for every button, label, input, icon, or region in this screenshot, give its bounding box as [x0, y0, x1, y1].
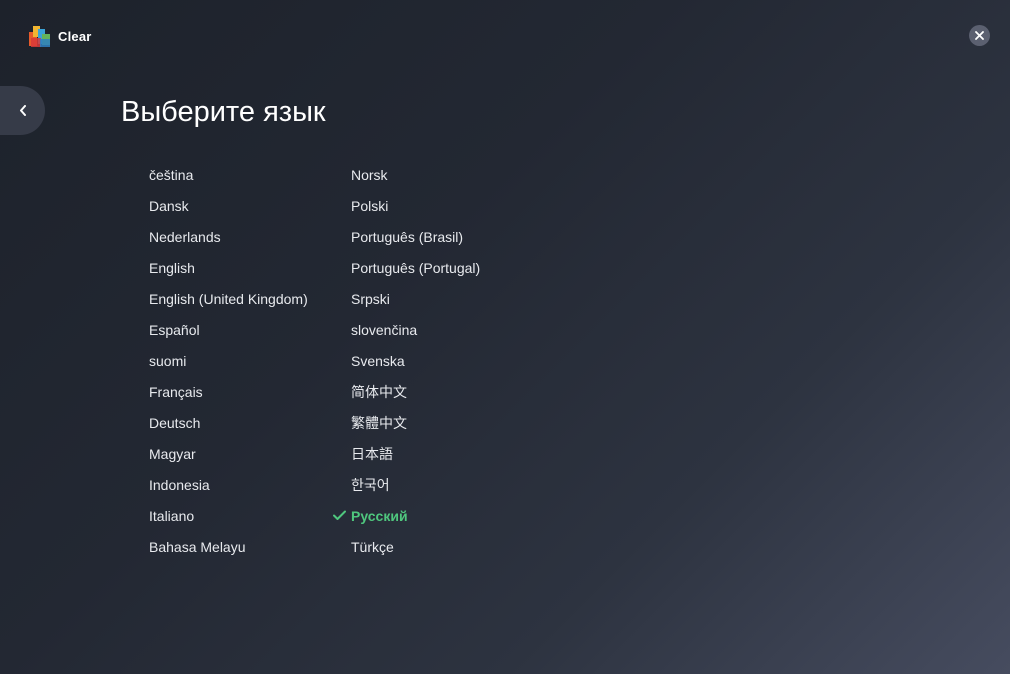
language-label: Srpski	[351, 291, 390, 307]
page-title: Выберите язык	[121, 96, 326, 128]
language-label: slovenčina	[351, 322, 418, 338]
close-icon	[975, 31, 984, 40]
language-option[interactable]: 繁體中文	[351, 408, 480, 439]
back-button[interactable]	[0, 86, 45, 135]
language-label: Deutsch	[149, 415, 201, 431]
language-option[interactable]: Norsk	[351, 160, 480, 191]
language-option[interactable]: Indonesia	[149, 470, 308, 501]
language-label: 繁體中文	[351, 415, 407, 431]
language-label: English	[149, 260, 195, 276]
language-list-column-2: Norsk Polski Português (Brasil) Português (…	[333, 160, 480, 563]
language-label: Indonesia	[149, 477, 210, 493]
language-option[interactable]: 简体中文	[351, 377, 480, 408]
language-option[interactable]: 한국어	[351, 470, 480, 501]
language-list-column-1: čeština Dansk Nederlands English English (Un…	[149, 160, 308, 563]
language-option[interactable]: Italiano	[149, 501, 308, 532]
language-option[interactable]: English	[149, 253, 308, 284]
app-title: Clear	[58, 28, 92, 44]
language-label: Magyar	[149, 446, 196, 462]
language-option[interactable]: Nederlands	[149, 222, 308, 253]
language-option[interactable]: Polski	[351, 191, 480, 222]
language-label: čeština	[149, 167, 194, 183]
language-option[interactable]: Türkçe	[351, 532, 480, 563]
language-label: suomi	[149, 353, 187, 369]
language-label: English (United Kingdom)	[149, 291, 308, 307]
language-label: 简体中文	[351, 384, 407, 400]
language-label: Nederlands	[149, 229, 221, 245]
language-option[interactable]: Svenska	[351, 346, 480, 377]
language-label: Türkçe	[351, 539, 394, 555]
language-option[interactable]: Bahasa Melayu	[149, 532, 308, 563]
app-logo: Clear	[27, 23, 92, 49]
language-option[interactable]: Deutsch	[149, 408, 308, 439]
language-label: Dansk	[149, 198, 189, 214]
language-label: Español	[149, 322, 200, 338]
checkmark-icon	[333, 510, 346, 520]
language-label: 한국어	[351, 477, 390, 493]
language-label: Português (Portugal)	[351, 260, 481, 276]
language-option[interactable]: 日本語	[351, 439, 480, 470]
language-option[interactable]: suomi	[149, 346, 308, 377]
language-label: Polski	[351, 198, 389, 214]
language-label: Français	[149, 384, 203, 400]
title-bar: Clear	[0, 0, 1010, 72]
language-label: Norsk	[351, 167, 388, 183]
language-label: Русский	[351, 508, 408, 524]
language-option[interactable]: Srpski	[351, 284, 480, 315]
language-option[interactable]: čeština	[149, 160, 308, 191]
language-label: Italiano	[149, 508, 195, 524]
avg-logo-icon	[29, 26, 50, 47]
language-label: 日本語	[351, 446, 393, 462]
language-option[interactable]: Português (Portugal)	[351, 253, 480, 284]
language-option[interactable]: Magyar	[149, 439, 308, 470]
language-option[interactable]: slovenčina	[351, 315, 480, 346]
language-option[interactable]: Dansk	[149, 191, 308, 222]
language-option[interactable]: English (United Kingdom)	[149, 284, 308, 315]
language-option[interactable]: Русский	[333, 501, 480, 532]
language-option[interactable]: Português (Brasil)	[351, 222, 480, 253]
language-label: Português (Brasil)	[351, 229, 464, 245]
chevron-left-icon	[19, 105, 27, 116]
language-option[interactable]: Français	[149, 377, 308, 408]
language-label: Bahasa Melayu	[149, 539, 246, 555]
language-label: Svenska	[351, 353, 405, 369]
close-button[interactable]	[969, 25, 990, 46]
language-option[interactable]: Español	[149, 315, 308, 346]
